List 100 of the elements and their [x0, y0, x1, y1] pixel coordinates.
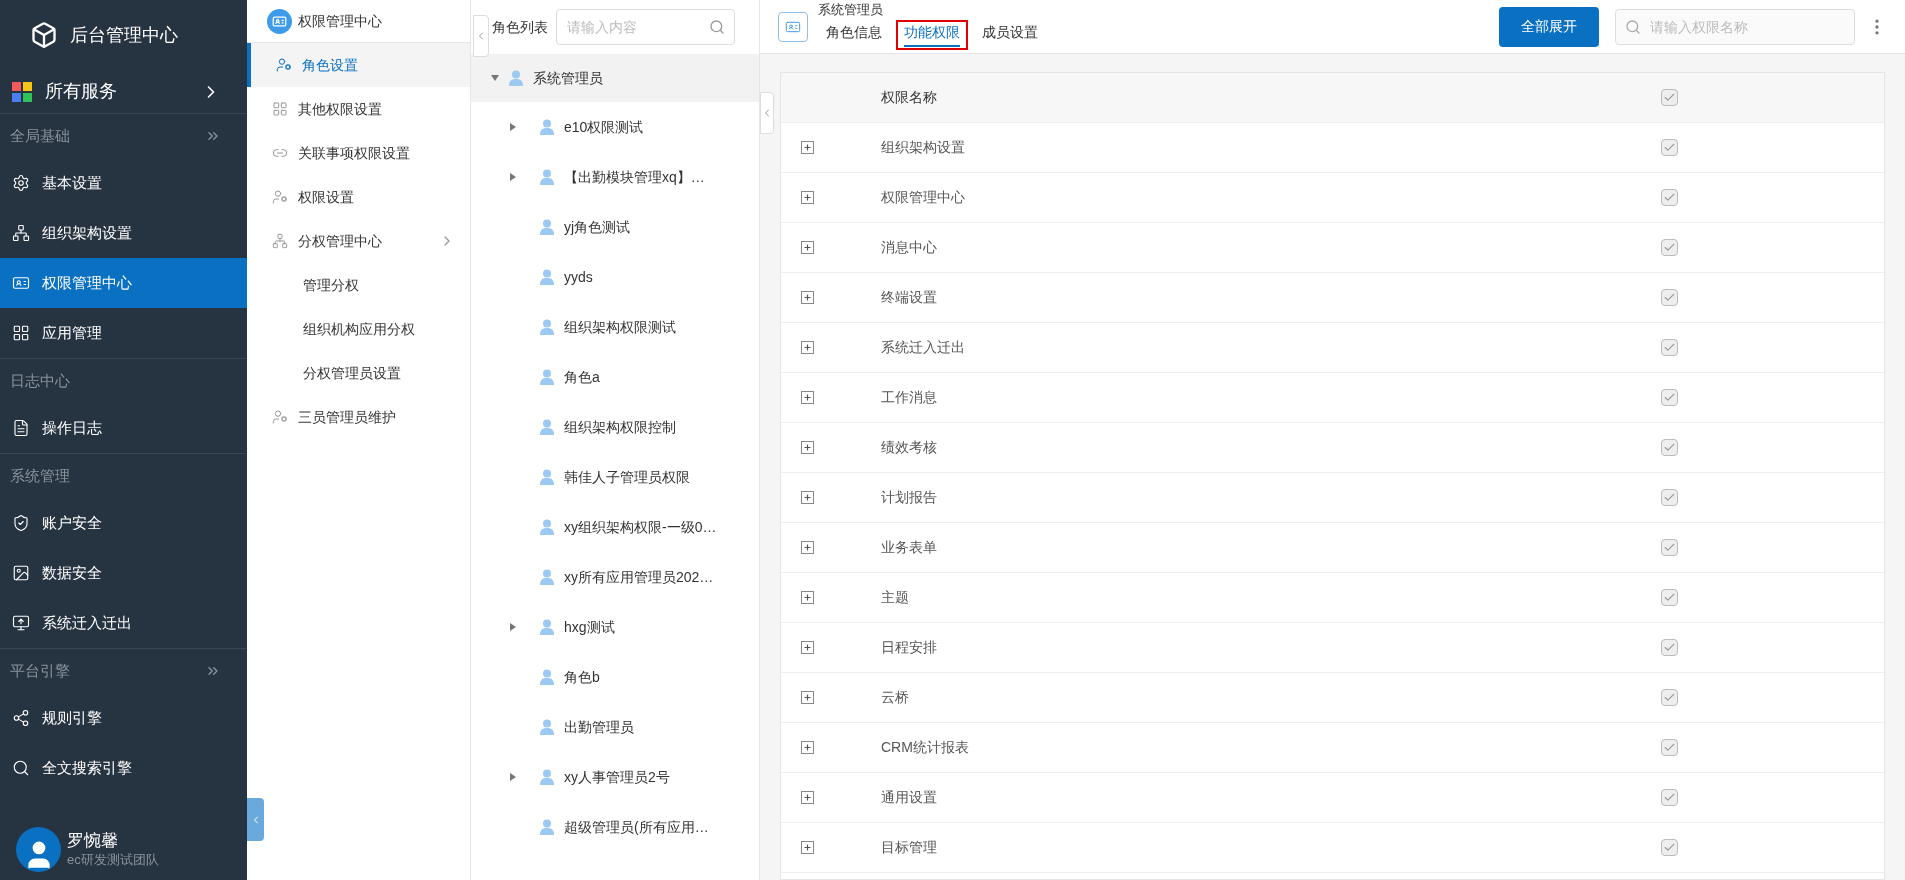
person-icon — [540, 819, 554, 835]
checkbox[interactable] — [1661, 189, 1678, 206]
sidebar-item[interactable]: 数据安全 — [0, 548, 247, 598]
tab[interactable]: 功能权限 — [896, 19, 968, 50]
section-title: 系统管理 — [10, 465, 71, 486]
expand-row-icon[interactable] — [801, 191, 814, 204]
checkbox[interactable] — [1661, 689, 1678, 706]
checkbox[interactable] — [1661, 89, 1678, 106]
caret-icon[interactable] — [491, 75, 499, 81]
tree-item[interactable]: xy组织架构权限-一级0… — [471, 502, 759, 552]
person-icon — [540, 369, 554, 385]
expand-row-icon[interactable] — [801, 791, 814, 804]
tab[interactable]: 成员设置 — [974, 19, 1046, 50]
all-services-button[interactable]: 所有服务 — [0, 70, 247, 114]
checkbox[interactable] — [1661, 789, 1678, 806]
tree-item[interactable]: yyds — [471, 252, 759, 302]
expand-row-icon[interactable] — [801, 741, 814, 754]
person-icon — [509, 70, 523, 86]
tree-item[interactable]: 角色a — [471, 352, 759, 402]
expand-row-icon[interactable] — [801, 441, 814, 454]
person-icon — [540, 669, 554, 685]
column-header: 权限名称 — [881, 88, 938, 107]
permission-name: 权限管理中心 — [881, 188, 966, 207]
submenu-item[interactable]: 关联事项权限设置 — [247, 131, 470, 175]
checkbox[interactable] — [1661, 239, 1678, 256]
checkbox[interactable] — [1661, 439, 1678, 456]
expand-row-icon[interactable] — [801, 691, 814, 704]
permission-name: 工作消息 — [881, 388, 938, 407]
expand-all-button[interactable]: 全部展开 — [1499, 6, 1599, 47]
id-card-icon — [12, 274, 30, 292]
hierarchy-icon — [272, 233, 288, 249]
submenu-item[interactable]: 角色设置 — [247, 43, 470, 87]
sidebar-item[interactable]: 应用管理 — [0, 308, 247, 358]
submenu-item[interactable]: 其他权限设置 — [247, 87, 470, 131]
tree-item[interactable]: 【出勤模块管理xq】… — [471, 152, 759, 202]
image-icon — [12, 564, 30, 582]
checkbox[interactable] — [1661, 539, 1678, 556]
checkbox[interactable] — [1661, 589, 1678, 606]
submenu-item[interactable]: 权限设置 — [247, 175, 470, 219]
caret-icon[interactable] — [510, 623, 516, 631]
tree-item[interactable]: 角色b — [471, 652, 759, 702]
expand-row-icon[interactable] — [801, 141, 814, 154]
sidebar-item[interactable]: 全文搜索引擎 — [0, 743, 247, 793]
submenu-item[interactable]: 三员管理员维护 — [247, 395, 470, 439]
permission-search-field[interactable]: 请输入权限名称 — [1615, 8, 1855, 45]
sidebar-item[interactable]: 基本设置 — [0, 158, 247, 208]
tree-item[interactable]: xy人事管理员2号 — [471, 752, 759, 802]
submenu-item[interactable]: 分权管理员设置 — [247, 351, 470, 395]
checkbox[interactable] — [1661, 289, 1678, 306]
sidebar-item[interactable]: 系统迁入迁出 — [0, 598, 247, 648]
user-icon — [272, 189, 288, 205]
role-name: 系统管理员 — [818, 1, 884, 18]
tree-item[interactable]: hxg测试 — [471, 602, 759, 652]
expand-row-icon[interactable] — [801, 391, 814, 404]
submenu-item[interactable]: 组织机构应用分权 — [247, 307, 470, 351]
expand-row-icon[interactable] — [801, 591, 814, 604]
tree-item[interactable]: 韩佳人子管理员权限 — [471, 452, 759, 502]
check-icon — [1663, 491, 1676, 504]
expand-row-icon[interactable] — [801, 491, 814, 504]
checkbox[interactable] — [1661, 489, 1678, 506]
expand-row-icon[interactable] — [801, 841, 814, 854]
person-icon — [540, 719, 554, 735]
sidebar-item[interactable]: 账户安全 — [0, 498, 247, 548]
expand-row-icon[interactable] — [801, 641, 814, 654]
tree-item[interactable]: e10权限测试 — [471, 102, 759, 152]
permission-name: 系统迁入迁出 — [881, 338, 966, 357]
checkbox[interactable] — [1661, 339, 1678, 356]
submenu-title: 权限管理中心 — [298, 11, 382, 31]
role-search-field[interactable]: 请输入内容 — [556, 9, 735, 45]
checkbox[interactable] — [1661, 639, 1678, 656]
check-icon — [1663, 91, 1676, 104]
sidebar-item[interactable]: 权限管理中心 — [0, 258, 247, 308]
checkbox[interactable] — [1661, 839, 1678, 856]
check-icon — [1663, 541, 1676, 554]
expand-row-icon[interactable] — [801, 341, 814, 354]
tree-item[interactable]: 出勤管理员 — [471, 702, 759, 752]
tree-item[interactable]: xy所有应用管理员202… — [471, 552, 759, 602]
sidebar-item[interactable]: 操作日志 — [0, 403, 247, 453]
check-icon — [1663, 841, 1676, 854]
checkbox[interactable] — [1661, 139, 1678, 156]
tree-item[interactable]: 系统管理员 — [471, 54, 759, 102]
sidebar-item[interactable]: 规则引擎 — [0, 693, 247, 743]
checkbox[interactable] — [1661, 739, 1678, 756]
submenu-item[interactable]: 管理分权 — [247, 263, 470, 307]
tree-item[interactable]: 组织架构权限控制 — [471, 402, 759, 452]
shield-icon — [12, 514, 30, 532]
expand-row-icon[interactable] — [801, 541, 814, 554]
caret-icon[interactable] — [510, 173, 516, 181]
tree-item[interactable]: 组织架构权限测试 — [471, 302, 759, 352]
expand-row-icon[interactable] — [801, 291, 814, 304]
caret-icon[interactable] — [510, 123, 516, 131]
tree-item[interactable]: 超级管理员(所有应用… — [471, 802, 759, 852]
checkbox[interactable] — [1661, 389, 1678, 406]
tree-item[interactable]: yj角色测试 — [471, 202, 759, 252]
submenu-item[interactable]: 分权管理中心 — [247, 219, 470, 263]
check-icon — [1663, 691, 1676, 704]
sidebar-item[interactable]: 组织架构设置 — [0, 208, 247, 258]
caret-icon[interactable] — [510, 773, 516, 781]
expand-row-icon[interactable] — [801, 241, 814, 254]
tab[interactable]: 角色信息 — [818, 19, 890, 50]
